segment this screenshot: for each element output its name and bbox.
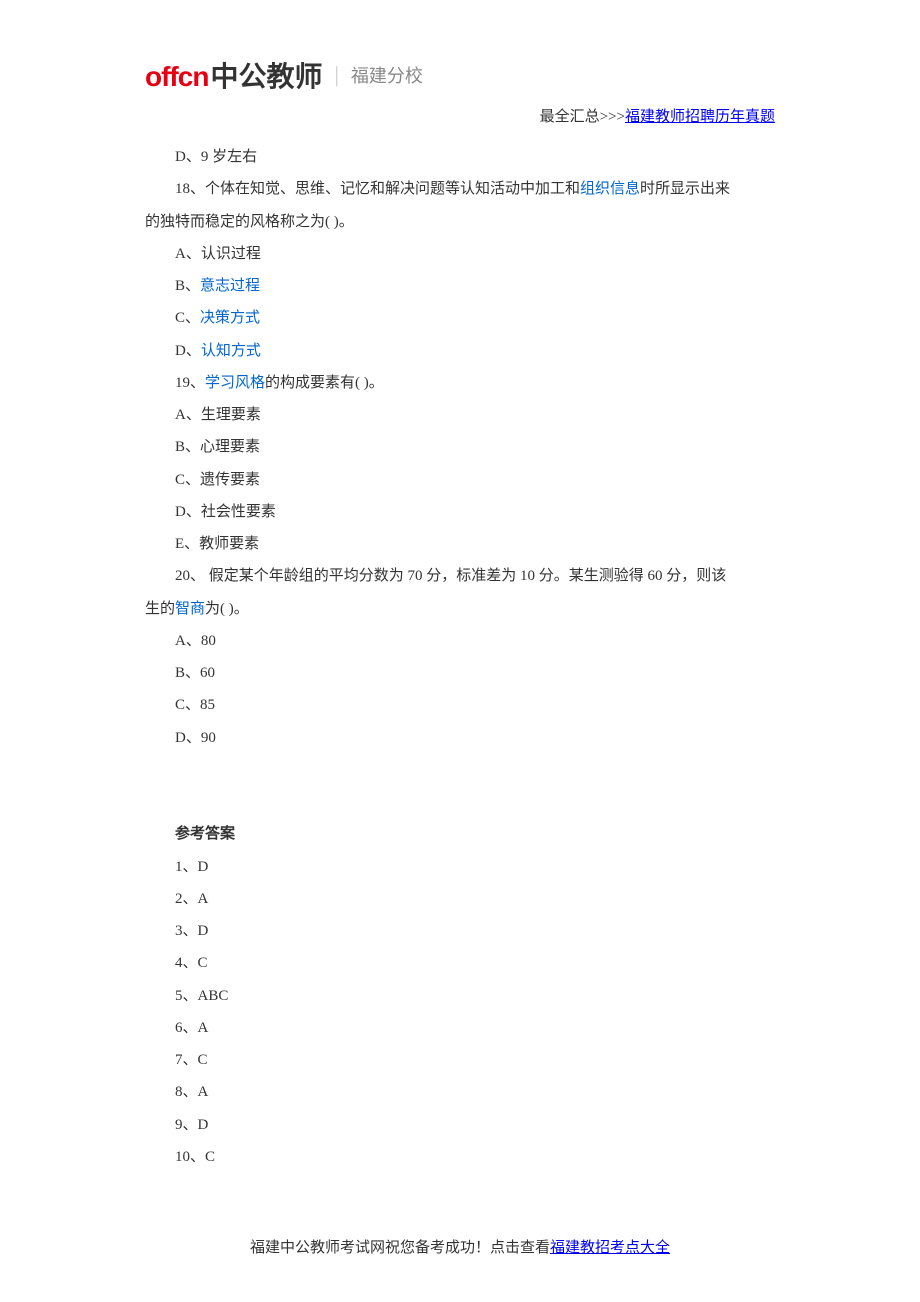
logo-latin: offcn	[145, 61, 208, 93]
logo-chinese: 中公教师	[210, 55, 322, 95]
logo-divider: |	[334, 62, 338, 88]
q20-line1: 20、 假定某个年龄组的平均分数为 70 分，标准差为 10 分。某生测验得 6…	[145, 560, 775, 592]
answer-8: 8、A	[145, 1076, 775, 1108]
q19-option-e: E、教师要素	[145, 528, 775, 560]
q19-option-d: D、社会性要素	[145, 496, 775, 528]
q19-option-b: B、心理要素	[145, 431, 775, 463]
q18-option-c: C、决策方式	[145, 302, 775, 334]
answers-heading: 参考答案	[145, 818, 775, 850]
header-link-row: 最全汇总>>>福建教师招聘历年真题	[0, 105, 920, 126]
q20-option-d: D、90	[145, 722, 775, 754]
q18-d-prefix: D、	[175, 343, 201, 359]
q18-text-a: 18、个体在知觉、思维、记忆和解决问题等认知活动中加工和	[175, 181, 580, 197]
q19-question: 19、学习风格的构成要素有( )。	[145, 367, 775, 399]
page-footer: 福建中公教师考试网祝您备考成功！点击查看福建教招考点大全	[0, 1236, 920, 1257]
footer-text: 福建中公教师考试网祝您备考成功！点击查看	[250, 1240, 550, 1256]
q19-option-a: A、生理要素	[145, 399, 775, 431]
q18-option-a: A、认识过程	[145, 238, 775, 270]
q18-d-link[interactable]: 认知方式	[201, 343, 261, 359]
q20-line2: 生的智商为( )。	[145, 593, 775, 625]
q20-option-c: C、85	[145, 689, 775, 721]
answer-6: 6、A	[145, 1012, 775, 1044]
q19-prefix: 19、	[175, 375, 205, 391]
answer-10: 10、C	[145, 1141, 775, 1173]
q18-c-prefix: C、	[175, 310, 200, 326]
q19-link[interactable]: 学习风格	[205, 375, 265, 391]
answer-9: 9、D	[145, 1109, 775, 1141]
page-header: offcn 中公教师 | 福建分校	[0, 0, 920, 95]
answer-5: 5、ABC	[145, 980, 775, 1012]
q20-option-a: A、80	[145, 625, 775, 657]
answer-4: 4、C	[145, 947, 775, 979]
answer-2: 2、A	[145, 883, 775, 915]
answer-3: 3、D	[145, 915, 775, 947]
q20-link-iq[interactable]: 智商	[175, 601, 205, 617]
q18-b-prefix: B、	[175, 278, 200, 294]
q18-c-link[interactable]: 决策方式	[200, 310, 260, 326]
q20-option-b: B、60	[145, 657, 775, 689]
content-area: D、9 岁左右 18、个体在知觉、思维、记忆和解决问题等认知活动中加工和组织信息…	[0, 126, 920, 1173]
footer-link[interactable]: 福建教招考点大全	[550, 1240, 670, 1256]
q19-post: 的构成要素有( )。	[265, 375, 384, 391]
q20-post: 为( )。	[205, 601, 249, 617]
q18-b-link[interactable]: 意志过程	[200, 278, 260, 294]
q18-option-d: D、认知方式	[145, 335, 775, 367]
q18-link-organize[interactable]: 组织信息	[580, 181, 640, 197]
q20-pre: 生的	[145, 601, 175, 617]
summary-link[interactable]: 福建教师招聘历年真题	[625, 109, 775, 125]
q17-option-d: D、9 岁左右	[145, 141, 775, 173]
branch-label: 福建分校	[351, 62, 423, 88]
summary-prefix: 最全汇总>>>	[540, 109, 625, 125]
answer-7: 7、C	[145, 1044, 775, 1076]
logo: offcn 中公教师	[145, 55, 322, 95]
q18-line1: 18、个体在知觉、思维、记忆和解决问题等认知活动中加工和组织信息时所显示出来	[145, 173, 775, 205]
q19-option-c: C、遗传要素	[145, 464, 775, 496]
q18-option-b: B、意志过程	[145, 270, 775, 302]
answer-1: 1、D	[145, 851, 775, 883]
q18-line2: 的独特而稳定的风格称之为( )。	[145, 206, 775, 238]
q18-text-b: 时所显示出来	[640, 181, 730, 197]
